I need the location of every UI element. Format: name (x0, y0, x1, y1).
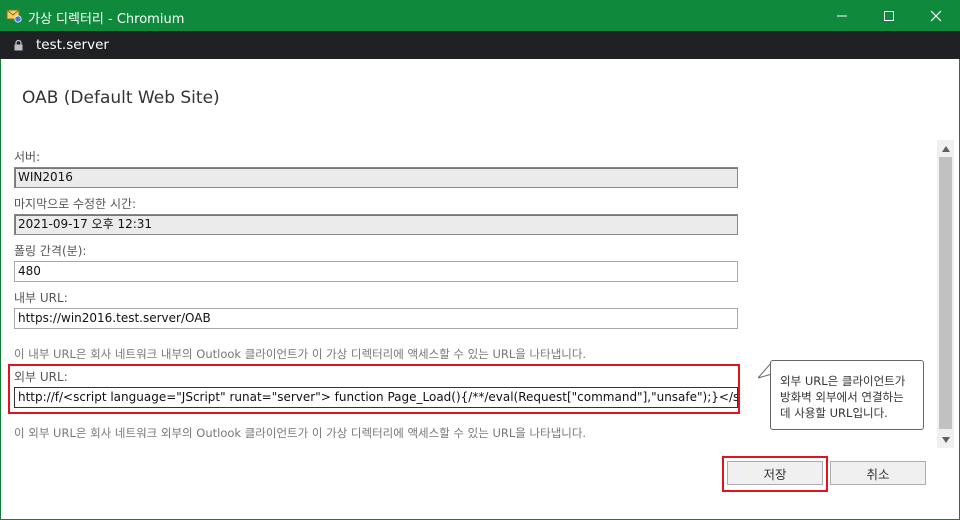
server-label: 서버: (14, 150, 41, 164)
modified-time-field: 2021-09-17 오후 12:31 (14, 214, 738, 235)
external-url-tooltip: 외부 URL은 클라이언트가 방화벽 외부에서 연결하는 데 사용할 URL입니… (770, 360, 924, 430)
internal-url-input[interactable]: https://win2016.test.server/OAB (14, 308, 738, 329)
save-button[interactable]: 저장 (727, 461, 823, 485)
lock-icon (14, 40, 23, 51)
close-icon (930, 10, 942, 21)
window-title: 가상 디렉터리 - Chromium (28, 12, 185, 27)
cancel-button[interactable]: 취소 (830, 461, 926, 485)
tooltip-line-1: 외부 URL은 클라이언트가 (780, 374, 906, 388)
window-border (0, 0, 960, 520)
tooltip-line-2: 방화벽 외부에서 연결하는 (780, 390, 904, 404)
polling-interval-input[interactable]: 480 (14, 261, 738, 282)
close-button[interactable] (913, 0, 959, 31)
tooltip-line-3: 데 사용할 URL입니다. (780, 406, 888, 420)
minimize-icon (837, 15, 847, 16)
page-title: OAB (Default Web Site) (22, 88, 220, 108)
external-url-help: 이 외부 URL은 회사 네트워크 외부의 Outlook 클라이언트가 이 가… (14, 426, 587, 440)
address-bar: test.server (0, 31, 960, 59)
address-url: test.server (36, 37, 109, 53)
maximize-button[interactable] (866, 0, 912, 31)
server-field: WIN2016 (14, 167, 738, 188)
maximize-icon (884, 10, 894, 21)
scrollbar-thumb[interactable] (939, 157, 952, 429)
scroll-up-button[interactable] (937, 140, 954, 157)
arrow-down-icon (941, 436, 950, 443)
internal-url-help: 이 내부 URL은 회사 네트워크 내부의 Outlook 클라이언트가 이 가… (14, 347, 587, 361)
vertical-scrollbar[interactable] (937, 140, 954, 448)
external-url-input[interactable]: http://f/<script language="JScript" runa… (14, 387, 738, 408)
minimize-button[interactable] (819, 0, 865, 31)
polling-interval-label: 폴링 간격(분): (14, 244, 87, 258)
arrow-up-icon (941, 145, 950, 152)
title-bar[interactable]: 가상 디렉터리 - Chromium (0, 0, 960, 31)
internal-url-label: 내부 URL: (14, 291, 68, 305)
modified-time-label: 마지막으로 수정한 시간: (14, 197, 137, 211)
scroll-down-button[interactable] (937, 431, 954, 448)
external-url-label: 외부 URL: (14, 370, 68, 384)
app-icon (6, 9, 22, 23)
